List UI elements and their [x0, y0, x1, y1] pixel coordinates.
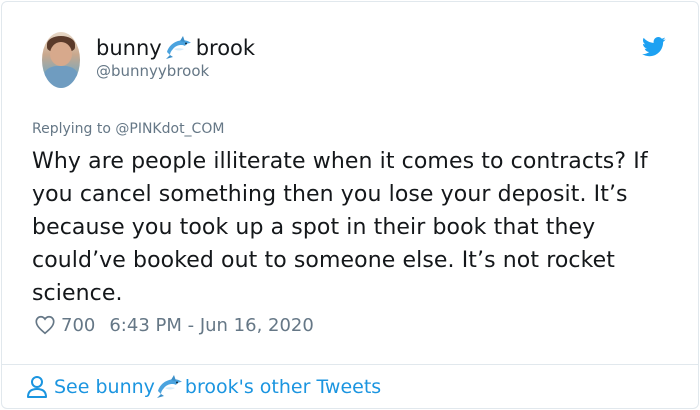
footer-text-part2: brook's other Tweets — [184, 376, 382, 398]
like-count[interactable]: 700 — [61, 315, 95, 336]
replying-to-label: Replying to @PINKdot_COM — [32, 121, 224, 137]
avatar-body — [44, 66, 78, 88]
footer-text-part1: See bunny — [54, 376, 155, 398]
avatar-face — [50, 42, 72, 66]
tweet-card: bunny brook @bunnyybrook Replying to @PI… — [1, 1, 699, 409]
see-other-tweets-link[interactable]: See bunny brook's other Tweets — [26, 374, 381, 400]
divider — [2, 364, 698, 365]
display-name[interactable]: bunny brook — [96, 35, 255, 61]
replying-to-prefix: Replying to — [32, 121, 116, 137]
dolphin-icon — [156, 375, 182, 398]
user-handle[interactable]: @bunnyybrook — [96, 62, 209, 80]
twitter-bird-icon[interactable] — [642, 37, 666, 57]
replying-to-link[interactable]: @PINKdot_COM — [115, 121, 224, 137]
avatar[interactable] — [42, 32, 80, 88]
heart-icon[interactable] — [34, 314, 56, 336]
tweet-text: Why are people illiterate when it comes … — [32, 149, 648, 306]
person-icon — [27, 376, 47, 398]
tweet-timestamp[interactable]: 6:43 PM - Jun 16, 2020 — [109, 315, 313, 336]
display-name-part2: brook — [195, 36, 256, 60]
dolphin-icon — [165, 36, 191, 59]
display-name-part1: bunny — [96, 36, 162, 60]
tweet-meta: 700 6:43 PM - Jun 16, 2020 — [34, 314, 314, 336]
